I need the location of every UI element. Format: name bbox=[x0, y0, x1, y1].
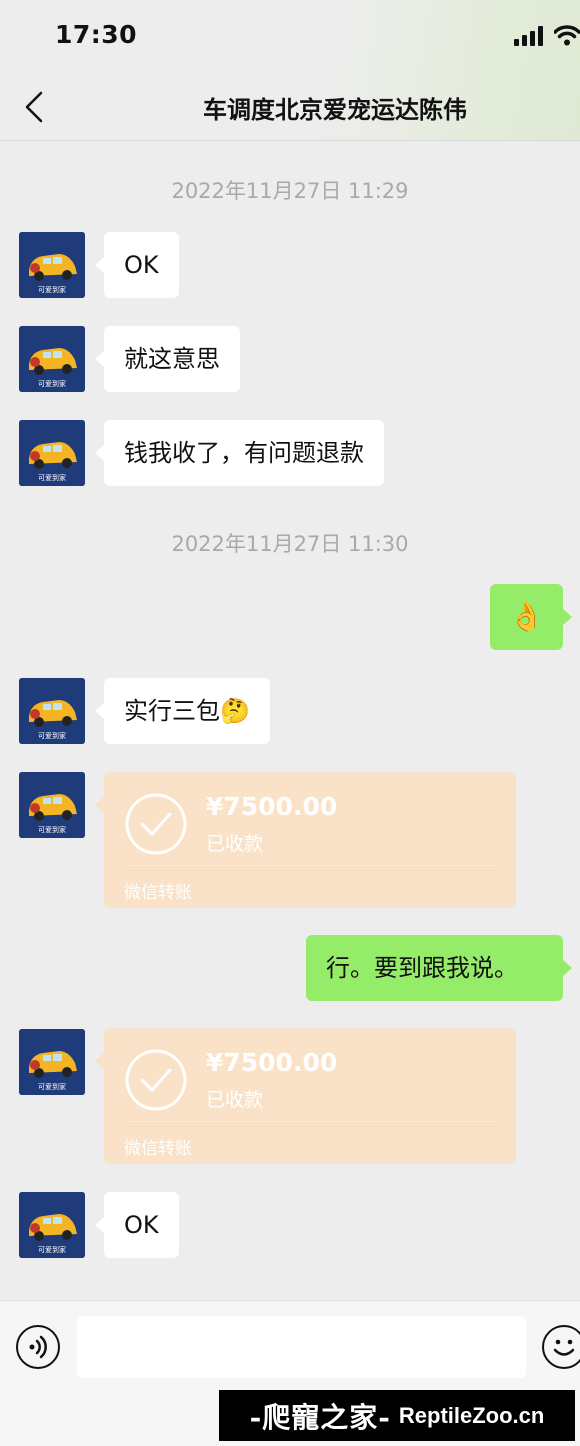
watermark-en: ReptileZoo.cn bbox=[398, 1402, 545, 1428]
avatar[interactable]: 可爱到家 bbox=[19, 772, 85, 838]
taxi-logo-icon: 可爱到家 bbox=[19, 326, 85, 392]
svg-text:可爱到家: 可爱到家 bbox=[38, 1082, 66, 1091]
taxi-logo-icon: 可爱到家 bbox=[19, 1029, 85, 1095]
transfer-amount: ¥7500.00 bbox=[206, 1048, 338, 1077]
watermark: -爬寵之家- ReptileZoo.cn bbox=[219, 1390, 575, 1441]
divider bbox=[124, 870, 496, 871]
emoji-button[interactable] bbox=[542, 1325, 580, 1369]
message-bubble[interactable]: 钱我收了，有问题退款 bbox=[95, 420, 384, 486]
header-bar: 17:30 车调度北京爱宠运达陈伟 bbox=[0, 0, 580, 141]
voice-input-button[interactable] bbox=[16, 1325, 60, 1369]
transfer-status: 已收款 bbox=[206, 833, 264, 855]
back-icon[interactable] bbox=[22, 90, 46, 124]
svg-text:可爱到家: 可爱到家 bbox=[38, 731, 66, 740]
transfer-card[interactable]: ¥7500.00 已收款 微信转账 bbox=[95, 772, 516, 908]
taxi-logo-icon: 可爱到家 bbox=[19, 772, 85, 838]
transfer-status: 已收款 bbox=[206, 1089, 264, 1111]
timestamp: 2022年11月27日 11:29 bbox=[171, 179, 409, 203]
transfer-amount: ¥7500.00 bbox=[206, 792, 338, 821]
wifi-icon bbox=[554, 25, 580, 46]
watermark-cn: -爬寵之家- bbox=[249, 1400, 391, 1434]
taxi-logo-icon: 可爱到家 bbox=[19, 232, 85, 298]
taxi-logo-icon: 可爱到家 bbox=[19, 420, 85, 486]
ok-hand-icon: 👌 bbox=[509, 600, 544, 633]
message-bubble[interactable]: 实行三包🤔 bbox=[95, 678, 270, 744]
taxi-logo-icon: 可爱到家 bbox=[19, 1192, 85, 1258]
svg-text:可爱到家: 可爱到家 bbox=[38, 285, 66, 294]
svg-text:可爱到家: 可爱到家 bbox=[38, 379, 66, 388]
message-bubble[interactable]: OK bbox=[95, 232, 179, 298]
avatar[interactable]: 可爱到家 bbox=[19, 1029, 85, 1095]
check-circle-icon bbox=[125, 1049, 187, 1111]
transfer-footer: 微信转账 bbox=[124, 883, 192, 903]
smiley-icon bbox=[553, 1339, 575, 1356]
avatar[interactable]: 可爱到家 bbox=[19, 420, 85, 486]
taxi-logo-icon: 可爱到家 bbox=[19, 678, 85, 744]
svg-text:可爱到家: 可爱到家 bbox=[38, 825, 66, 834]
signal-icon bbox=[514, 26, 543, 46]
divider bbox=[124, 1126, 496, 1127]
avatar[interactable]: 可爱到家 bbox=[19, 326, 85, 392]
message-bubble-self[interactable]: 行。要到跟我说。 bbox=[306, 935, 572, 1001]
message-input[interactable] bbox=[77, 1316, 526, 1378]
avatar[interactable]: 可爱到家 bbox=[19, 232, 85, 298]
svg-text:可爱到家: 可爱到家 bbox=[38, 1245, 66, 1254]
status-time: 17:30 bbox=[55, 20, 138, 49]
message-bubble[interactable]: 就这意思 bbox=[95, 326, 240, 392]
timestamp: 2022年11月27日 11:30 bbox=[171, 532, 409, 556]
chat-title: 车调度北京爱宠运达陈伟 bbox=[203, 96, 467, 124]
voice-icon bbox=[29, 1335, 47, 1359]
transfer-card[interactable]: ¥7500.00 已收款 微信转账 bbox=[95, 1028, 516, 1164]
check-circle-icon bbox=[125, 793, 187, 855]
avatar[interactable]: 可爱到家 bbox=[19, 1192, 85, 1258]
svg-text:可爱到家: 可爱到家 bbox=[38, 473, 66, 482]
message-bubble[interactable]: OK bbox=[95, 1192, 179, 1258]
avatar[interactable]: 可爱到家 bbox=[19, 678, 85, 744]
message-bubble-self[interactable]: 👌 bbox=[490, 584, 572, 650]
transfer-footer: 微信转账 bbox=[124, 1139, 192, 1159]
